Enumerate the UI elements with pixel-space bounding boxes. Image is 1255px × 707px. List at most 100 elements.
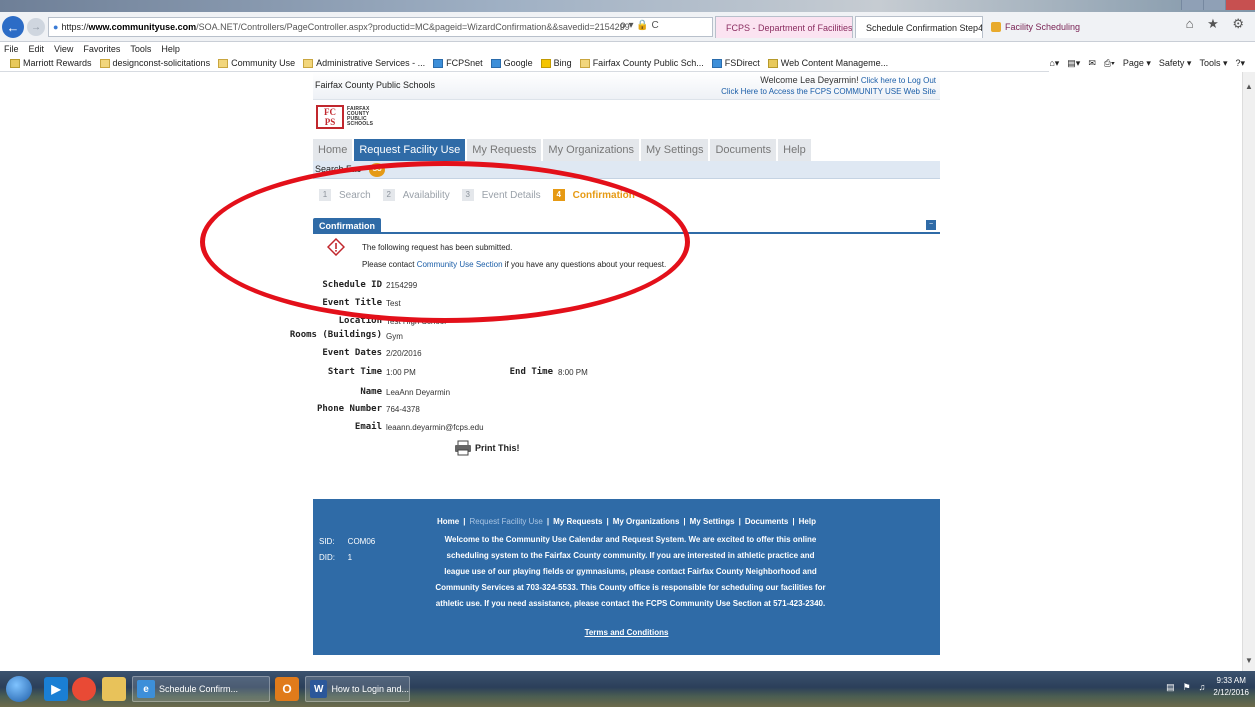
scroll-up-icon[interactable]: ▲ — [1245, 82, 1253, 91]
rooms-value: Gym — [386, 332, 403, 341]
task-schedule-confirm[interactable]: e Schedule Confirm... — [132, 676, 270, 702]
menu-file[interactable]: File — [4, 44, 19, 54]
url-host: www.communityuse.com — [88, 22, 197, 32]
favorite-administrative[interactable]: Administrative Services - ... — [303, 58, 425, 68]
tab-my-organizations[interactable]: My Organizations — [543, 139, 642, 161]
terms-link[interactable]: Terms and Conditions — [313, 628, 940, 637]
wizard-steps: 1 Search 2 Availability 3 Event Details 4 Co… — [313, 184, 940, 206]
step-event-details[interactable]: 3 Event Details — [461, 189, 541, 201]
logo-mark-bottom: PS — [324, 117, 336, 127]
safety-menu[interactable]: Safety ▾ — [1159, 58, 1192, 69]
tab-request-facility-use[interactable]: Request Facility Use — [354, 139, 468, 161]
tab-help[interactable]: Help — [778, 139, 813, 161]
start-time-label: Start Time — [327, 367, 382, 377]
footer-welcome-text: Welcome to the Community Use Calendar an… — [435, 535, 826, 608]
step-availability[interactable]: 2 Availability — [382, 189, 450, 201]
url-scheme: https:// — [61, 22, 89, 32]
step-number: 2 — [382, 189, 395, 201]
maximize-button[interactable] — [1203, 0, 1225, 10]
step-number: 3 — [461, 189, 474, 201]
facility-icon — [991, 22, 1001, 32]
tab-schedule-confirmation[interactable]: Schedule Confirmation Step4 × — [855, 16, 983, 38]
favorite-fcpsnet[interactable]: FCPSnet — [433, 58, 483, 68]
back-button[interactable]: ← — [2, 16, 24, 38]
browser-chrome: ← → ● https:// www.communityuse.com /SOA… — [0, 0, 1255, 42]
search-bar: Search Fac GO — [313, 161, 940, 179]
panel-title: Confirmation — [313, 218, 381, 234]
phone-label: Phone Number — [316, 404, 382, 414]
help-menu[interactable]: ?▾ — [1235, 58, 1245, 69]
menu-help[interactable]: Help — [161, 44, 180, 54]
feeds-icon[interactable]: ▤▾ — [1067, 58, 1080, 69]
favorite-fairfax[interactable]: Fairfax County Public Sch... — [579, 58, 704, 68]
footer-link-my-settings[interactable]: My Settings — [690, 517, 735, 526]
chrome-icon[interactable] — [72, 677, 96, 701]
tab-documents[interactable]: Documents — [710, 139, 779, 161]
search-go-button[interactable]: GO — [369, 163, 385, 177]
start-button[interactable] — [6, 676, 32, 702]
favorite-fsdirect[interactable]: FSDirect — [711, 58, 760, 68]
favorite-community-use[interactable]: Community Use — [218, 58, 295, 68]
browser-tool-icons[interactable]: ⌂ ★ ⚙ — [1186, 16, 1249, 32]
favorite-web-content[interactable]: Web Content Manageme... — [767, 58, 888, 68]
page-menu[interactable]: Page ▾ — [1123, 58, 1151, 69]
menu-edit[interactable]: Edit — [29, 44, 45, 54]
home-icon[interactable]: ⌂▾ — [1049, 58, 1059, 69]
school-name: Fairfax County Public Schools — [315, 80, 436, 90]
favorite-bing[interactable]: Bing — [540, 58, 572, 68]
logout-link[interactable]: Click here to Log Out — [861, 76, 936, 85]
tab-fcps-facilities[interactable]: FCPS - Department of Facilities... — [715, 16, 853, 38]
event-title-label: Event Title — [322, 298, 382, 308]
event-dates-value: 2/20/2016 — [386, 349, 422, 358]
footer-link-my-organizations[interactable]: My Organizations — [613, 517, 680, 526]
task-how-to-login[interactable]: W How to Login and... — [305, 676, 410, 702]
footer-link-help[interactable]: Help — [799, 517, 816, 526]
tools-menu[interactable]: Tools ▾ — [1199, 58, 1227, 69]
menu-tools[interactable]: Tools — [130, 44, 151, 54]
clock[interactable]: 9:33 AM 2/12/2016 — [1213, 675, 1249, 699]
footer-link-documents[interactable]: Documents — [745, 517, 789, 526]
forward-button[interactable]: → — [27, 18, 45, 36]
favorite-label: Administrative Services - ... — [316, 58, 426, 68]
flag-icon[interactable]: ⚑ — [1183, 682, 1191, 693]
footer-link-home[interactable]: Home — [437, 517, 459, 526]
community-use-section-link[interactable]: Community Use Section — [417, 260, 503, 269]
email-label: Email — [354, 422, 382, 432]
scroll-down-icon[interactable]: ▼ — [1245, 656, 1253, 665]
media-player-icon[interactable]: ▶ — [44, 677, 68, 701]
footer-link-request-facility-use[interactable]: Request Facility Use — [470, 517, 543, 526]
volume-icon[interactable]: ♫ — [1199, 682, 1206, 692]
step-search[interactable]: 1 Search — [319, 189, 371, 201]
step-label: Search — [339, 189, 371, 201]
footer-link-my-requests[interactable]: My Requests — [553, 517, 602, 526]
tab-facility-scheduling[interactable]: Facility Scheduling — [985, 16, 1095, 38]
tab-my-settings[interactable]: My Settings — [641, 139, 711, 161]
favorite-google[interactable]: Google — [490, 58, 533, 68]
tab-my-requests[interactable]: My Requests — [467, 139, 544, 161]
step-number: 1 — [319, 189, 331, 201]
collapse-icon[interactable]: − — [926, 220, 936, 230]
outlook-icon[interactable]: O — [275, 677, 299, 701]
menu-favorites[interactable]: Favorites — [83, 44, 120, 54]
favorite-designconst[interactable]: designconst-solicitations — [99, 58, 210, 68]
footer-separator: | — [792, 517, 795, 526]
network-icon[interactable]: ▤ — [1166, 682, 1175, 693]
rooms-label: Rooms (Buildings) — [289, 330, 382, 340]
vertical-scrollbar[interactable]: ▲ ▼ — [1242, 72, 1255, 671]
address-bar[interactable]: ● https:// www.communityuse.com /SOA.NET… — [48, 17, 713, 37]
close-window-button[interactable] — [1225, 0, 1255, 10]
menu-view[interactable]: View — [54, 44, 73, 54]
search-facilities-link[interactable]: Search Fac — [315, 164, 361, 174]
community-use-site-link[interactable]: Click Here to Access the FCPS COMMUNITY … — [721, 87, 936, 96]
address-tools[interactable]: ρ ▾ 🔒 C — [620, 20, 659, 31]
favorite-marriott[interactable]: Marriott Rewards — [10, 58, 92, 68]
file-explorer-icon[interactable] — [102, 677, 126, 701]
minimize-button[interactable] — [1181, 0, 1203, 10]
windows-taskbar: ▶ e Schedule Confirm... O W How to Login… — [0, 671, 1255, 707]
print-icon[interactable]: ⎙▾ — [1104, 58, 1115, 69]
end-time-label: End Time — [509, 367, 553, 377]
print-button[interactable]: Print This! — [454, 440, 520, 456]
fcps-icon — [433, 58, 444, 68]
mail-icon[interactable]: ✉ — [1088, 58, 1096, 69]
tab-home[interactable]: Home — [313, 139, 355, 161]
